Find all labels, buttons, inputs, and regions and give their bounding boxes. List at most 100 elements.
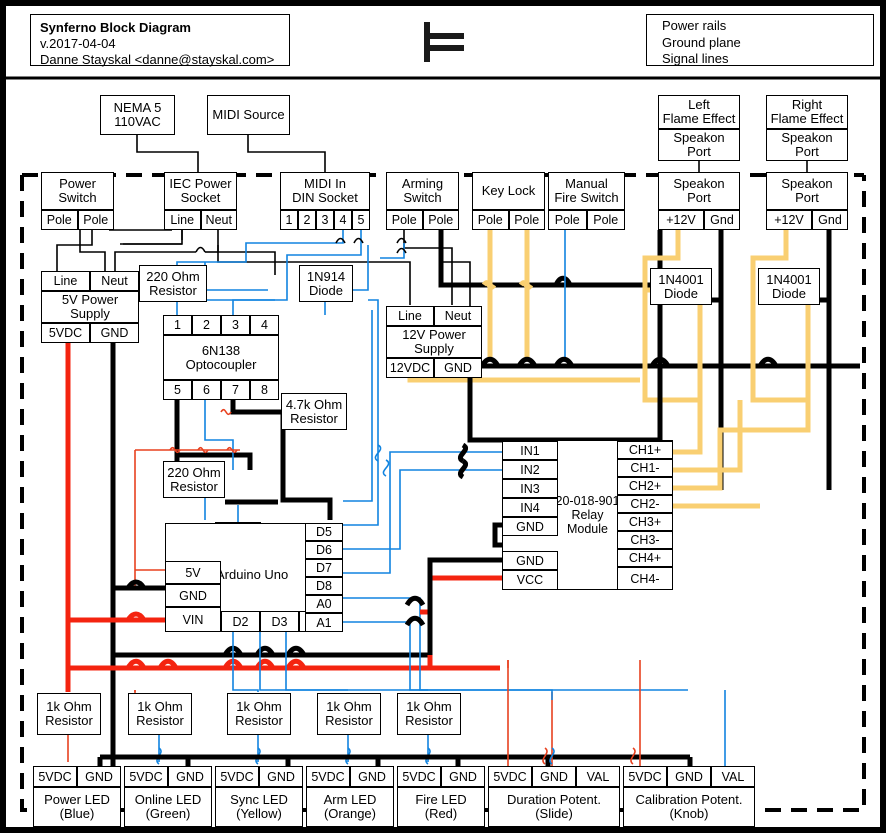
pin-label: CH4- <box>630 571 660 586</box>
pin-label: Neut <box>444 309 472 323</box>
arm-led-line2: (Orange) <box>323 806 376 821</box>
relay-line3: Module <box>566 522 608 536</box>
speakon-right-pin-gnd[interactable]: Gnd <box>812 210 848 230</box>
right-flame-speakon-port: Speakon Port <box>766 129 848 161</box>
power-switch: Power Switch <box>41 172 114 210</box>
key-lock-pin-2[interactable]: Pole <box>508 210 545 230</box>
midi-pin-5[interactable]: 5 <box>352 210 370 230</box>
pin-label: GND <box>449 769 477 784</box>
duration-pot-pin-5vdc: 5VDC <box>488 766 532 787</box>
power-switch-pin-2[interactable]: Pole <box>77 210 114 230</box>
midi-pin-1[interactable]: 1 <box>280 210 298 230</box>
arduino-pin-d5: D5 <box>305 523 343 541</box>
relay-pin-ch3p: CH3+ <box>617 513 673 531</box>
r220a-line2: Resistor <box>149 282 197 298</box>
midi-pin-2[interactable]: 2 <box>298 210 316 230</box>
psu-12v: 12V Power Supply <box>386 326 482 358</box>
d4001l-line1: 1N4001 <box>658 271 704 287</box>
right-speakon-line2: Port <box>795 144 819 159</box>
d1n914-line1: 1N914 <box>306 268 346 284</box>
sync-led-pin-gnd: GND <box>259 766 303 787</box>
arming-switch-pin-2[interactable]: Pole <box>422 210 459 230</box>
manual-fire-pin-2[interactable]: Pole <box>586 210 625 230</box>
power-led-line1: Power LED <box>44 792 110 807</box>
arming-switch-pin-1[interactable]: Pole <box>386 210 423 230</box>
speakon-left-pin-gnd[interactable]: Gnd <box>704 210 740 230</box>
midi-in-din-socket: MIDI In DIN Socket <box>280 172 370 210</box>
right-flame-line1: Right <box>791 97 823 112</box>
midi-pin-3[interactable]: 3 <box>316 210 334 230</box>
pin-label: 4 <box>339 213 347 227</box>
opto-pin-5: 5 <box>163 380 192 400</box>
pin-label: Line <box>53 274 78 288</box>
relay-pin-in1: IN1 <box>502 441 558 460</box>
relay-pin-ch2m: CH2- <box>617 495 673 513</box>
power-led-pin-gnd: GND <box>77 766 121 787</box>
r220b-line1: 220 Ohm <box>167 464 221 480</box>
calibration-pot-line2: (Knob) <box>669 806 709 821</box>
resistor-1k-fire: 1k Ohm Resistor <box>397 693 461 735</box>
calibration-potentiometer[interactable]: Calibration Potent. (Knob) <box>623 787 755 827</box>
pin-label: 5VDC <box>311 769 345 784</box>
r1k2-line2: Resistor <box>235 713 283 728</box>
r1k0-line1: 1k Ohm <box>46 699 92 714</box>
pin-label: 5 <box>357 213 365 227</box>
pin-label: CH1+ <box>628 443 662 457</box>
opto-pin-4: 4 <box>250 315 279 335</box>
key-lock: Key Lock <box>472 172 545 210</box>
pin-label: GND <box>358 769 386 784</box>
pin-label: IN1 <box>520 443 540 458</box>
psu12v-out-gnd: GND <box>434 358 482 378</box>
left-flame-line2: Flame Effect <box>662 111 736 126</box>
page-title: Synferno Block Diagram <box>40 20 191 35</box>
pin-label: 2 <box>203 318 210 332</box>
iec-pin-line[interactable]: Line <box>164 210 201 230</box>
relay-line1: 20-018-901 <box>555 494 620 508</box>
duration-potentiometer[interactable]: Duration Potent. (Slide) <box>488 787 620 827</box>
duration-pot-line1: Duration Potent. <box>507 792 601 807</box>
pin-label: A1 <box>316 615 332 630</box>
midi-source: MIDI Source <box>207 95 290 135</box>
sync-led-pin-5vdc: 5VDC <box>215 766 259 787</box>
pin-label: CH4+ <box>628 551 662 565</box>
speakon-r-line2: Port <box>795 190 819 205</box>
power-switch-pin-1[interactable]: Pole <box>41 210 78 230</box>
iec-pin-neut[interactable]: Neut <box>200 210 237 230</box>
pin-label: GND <box>516 519 544 534</box>
speakon-right-pin-12v[interactable]: +12V <box>766 210 812 230</box>
power-led: Power LED (Blue) <box>33 787 121 827</box>
pin-label: 5VDC <box>220 769 254 784</box>
arming-line2: Switch <box>403 190 442 205</box>
optocoupler-6n138: 6N138 Optocoupler <box>163 335 279 380</box>
online-led: Online LED (Green) <box>124 787 212 827</box>
r1k1-line2: Resistor <box>136 713 184 728</box>
key-lock-label: Key Lock <box>481 183 536 198</box>
opto-pin-1: 1 <box>163 315 192 335</box>
left-speakon-line2: Port <box>687 144 711 159</box>
pin-label: GND <box>179 588 207 603</box>
sync-led: Sync LED (Yellow) <box>215 787 303 827</box>
d4001r-line1: 1N4001 <box>766 271 812 287</box>
pin-label: IN3 <box>520 481 540 496</box>
midi-pin-4[interactable]: 4 <box>334 210 352 230</box>
sync-led-line1: Sync LED <box>230 792 288 807</box>
key-lock-pin-1[interactable]: Pole <box>472 210 509 230</box>
pin-label: 4 <box>261 318 268 332</box>
pin-label: 1 <box>285 213 293 227</box>
pin-label: 5VDC <box>48 326 83 340</box>
r220b-line2: Resistor <box>170 478 218 494</box>
midi-din-line1: MIDI In <box>304 176 346 191</box>
pin-label: Pole <box>428 213 454 227</box>
pin-label: 5VDC <box>129 769 163 784</box>
resistor-1k-arm: 1k Ohm Resistor <box>317 693 381 735</box>
arduino-pin-d2: D2 <box>221 611 260 632</box>
r1k0-line2: Resistor <box>45 713 93 728</box>
online-led-line2: (Green) <box>145 806 191 821</box>
pin-label: D3 <box>271 614 288 629</box>
manual-fire-pin-1[interactable]: Pole <box>548 210 587 230</box>
arm-led-pin-5vdc: 5VDC <box>306 766 350 787</box>
pin-label: Pole <box>477 213 503 227</box>
fire-led: Fire LED (Red) <box>397 787 485 827</box>
speakon-left-pin-12v[interactable]: +12V <box>658 210 704 230</box>
calibration-pot-pin-val: VAL <box>711 766 755 787</box>
